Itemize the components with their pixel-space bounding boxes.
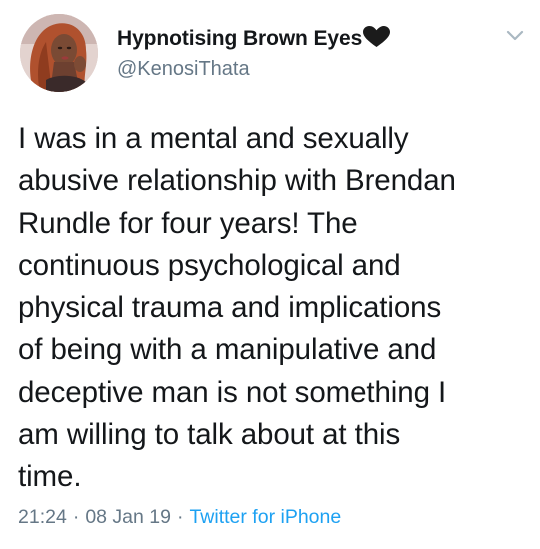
tweet-date[interactable]: 08 Jan 19 — [85, 506, 171, 528]
chevron-down-icon — [506, 30, 524, 41]
author-handle[interactable]: @KenosiThata — [117, 58, 250, 81]
meta-separator: · — [176, 506, 184, 528]
display-name-text: Hypnotising Brown Eyes — [117, 27, 363, 50]
meta-separator: · — [72, 506, 80, 528]
tweet-time[interactable]: 21:24 — [18, 506, 67, 528]
tweet-meta: 21:24 · 08 Jan 19 · Twitter for iPhone — [18, 506, 341, 529]
tweet-source-link[interactable]: Twitter for iPhone — [189, 506, 341, 528]
tweet-text: I was in a mental and sexually abusive r… — [18, 122, 456, 494]
tweet-menu-button[interactable] — [504, 28, 526, 44]
black-heart-icon — [363, 26, 391, 54]
display-name[interactable]: Hypnotising Brown Eyes — [117, 26, 391, 54]
avatar[interactable] — [20, 14, 98, 92]
tweet-card: Hypnotising Brown Eyes @KenosiThata I wa… — [0, 0, 540, 549]
profile-photo-icon — [20, 14, 98, 92]
